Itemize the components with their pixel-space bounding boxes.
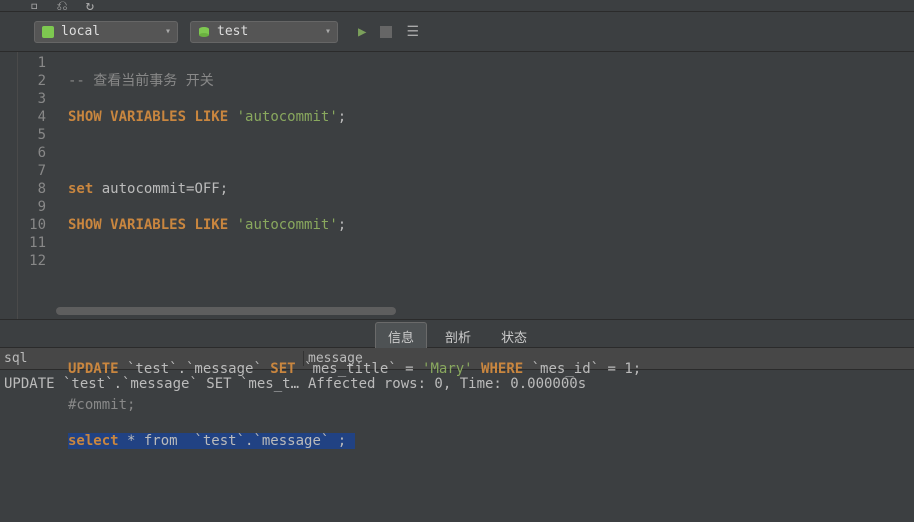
string: 'autocommit' bbox=[237, 109, 338, 125]
string: 'Mary' bbox=[422, 361, 473, 377]
scrollbar-thumb[interactable] bbox=[56, 307, 396, 315]
keyword: SHOW bbox=[68, 217, 102, 233]
left-margin bbox=[0, 52, 18, 319]
database-label: test bbox=[217, 24, 248, 39]
line-number: 6 bbox=[18, 144, 46, 162]
connection-bar: local ▾ test ▾ ▶ ☰ bbox=[0, 12, 914, 52]
keyword: LIKE bbox=[194, 109, 228, 125]
line-number: 8 bbox=[18, 180, 46, 198]
connection-icon bbox=[41, 25, 55, 39]
line-number: 10 bbox=[18, 216, 46, 234]
keyword: LIKE bbox=[194, 217, 228, 233]
top-icon-bar: ▫ ⎌ ↻ bbox=[0, 0, 914, 12]
line-number: 3 bbox=[18, 90, 46, 108]
line-number: 4 bbox=[18, 108, 46, 126]
chevron-down-icon: ▾ bbox=[165, 26, 171, 37]
line-number: 5 bbox=[18, 126, 46, 144]
keyword: set bbox=[68, 181, 93, 197]
code-area[interactable]: -- 查看当前事务 开关 SHOW VARIABLES LIKE 'autoco… bbox=[56, 52, 914, 319]
keyword: UPDATE bbox=[68, 361, 119, 377]
connection-label: local bbox=[61, 24, 100, 39]
connection-dropdown[interactable]: local ▾ bbox=[34, 21, 178, 43]
keyword: SHOW bbox=[68, 109, 102, 125]
sql-editor: 1 2 3 4 5 6 7 8 9 10 11 12 -- 查看当前事务 开关 … bbox=[0, 52, 914, 320]
explain-button[interactable]: ☰ bbox=[406, 24, 419, 40]
line-number: 9 bbox=[18, 198, 46, 216]
line-number: 12 bbox=[18, 252, 46, 270]
keyword: SET bbox=[270, 361, 295, 377]
code-comment: -- 查看当前事务 开关 bbox=[68, 73, 214, 89]
code-comment: #commit; bbox=[68, 397, 135, 413]
line-gutter: 1 2 3 4 5 6 7 8 9 10 11 12 bbox=[18, 52, 56, 319]
horizontal-scrollbar[interactable] bbox=[56, 307, 894, 317]
line-number: 1 bbox=[18, 54, 46, 72]
keyword: select bbox=[68, 433, 119, 449]
line-number: 2 bbox=[18, 72, 46, 90]
keyword: WHERE bbox=[481, 361, 523, 377]
string: 'autocommit' bbox=[237, 217, 338, 233]
stop-button[interactable] bbox=[380, 26, 392, 38]
line-number: 7 bbox=[18, 162, 46, 180]
line-number: 11 bbox=[18, 234, 46, 252]
keyword: VARIABLES bbox=[110, 109, 186, 125]
run-controls: ▶ ☰ bbox=[358, 24, 419, 40]
keyword: VARIABLES bbox=[110, 217, 186, 233]
database-dropdown[interactable]: test ▾ bbox=[190, 21, 338, 43]
chevron-down-icon: ▾ bbox=[325, 26, 331, 37]
database-icon bbox=[197, 25, 211, 39]
run-button[interactable]: ▶ bbox=[358, 24, 366, 40]
